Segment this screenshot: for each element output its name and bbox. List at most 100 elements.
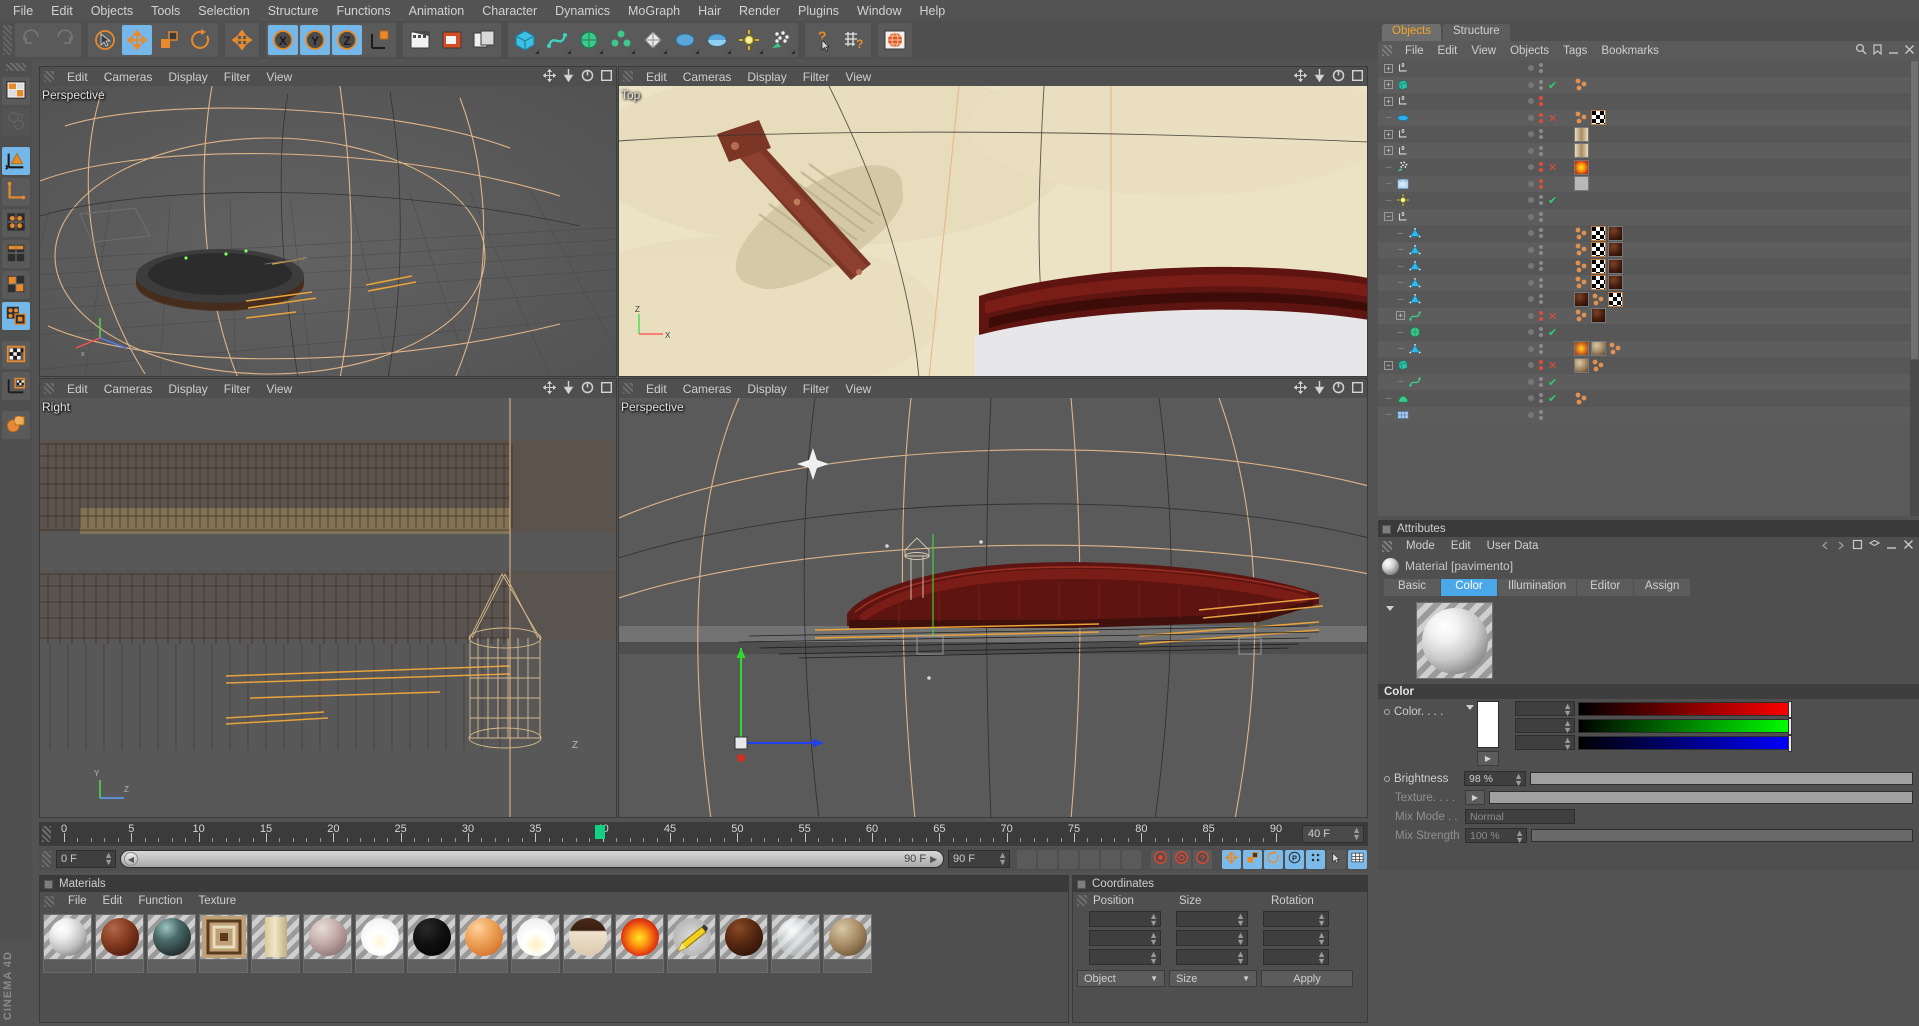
viewport-perspective-bottom-right[interactable]: Edit Cameras Display Filter View [618, 378, 1368, 818]
tag-texture-icon[interactable] [1574, 127, 1589, 142]
size-field-y[interactable]: ▲▼ [1176, 930, 1248, 946]
material-preview-swatch[interactable] [823, 914, 872, 960]
material-preview-swatch[interactable] [355, 914, 404, 960]
editor-visibility-dot-icon[interactable] [1539, 228, 1543, 232]
lock-y-button[interactable]: Y [300, 25, 330, 55]
channel-slider-b[interactable] [1578, 736, 1792, 750]
left-toolbar-grip[interactable] [6, 63, 26, 71]
texture-mode-button[interactable] [2, 341, 30, 369]
render-visibility-dot-icon[interactable] [1539, 399, 1543, 403]
render-visibility-dot-icon[interactable] [1539, 201, 1543, 205]
maximize-icon[interactable] [601, 382, 612, 396]
editor-visibility-dot-icon[interactable] [1539, 393, 1543, 397]
pan-icon[interactable] [543, 69, 556, 85]
object-row[interactable]: − 0 [1378, 209, 1919, 226]
polygon-mode-button[interactable] [2, 271, 30, 299]
editor-visibility-dot-icon[interactable] [1539, 377, 1543, 381]
editor-visibility-dot-icon[interactable] [1539, 129, 1543, 133]
object-row[interactable]: + 0 [1378, 60, 1919, 77]
tag-checker-icon[interactable] [1591, 110, 1606, 125]
array-button[interactable] [606, 25, 636, 55]
live-selection-button[interactable] [90, 25, 120, 55]
material-preview[interactable] [1416, 602, 1493, 679]
dolly-icon[interactable] [1314, 69, 1325, 85]
position-field-z[interactable]: ▲▼ [1089, 949, 1161, 965]
visibility-toggles[interactable] [1539, 294, 1543, 304]
texture-axis-button[interactable] [2, 372, 30, 400]
material-preview-swatch[interactable] [615, 914, 664, 960]
viewport-br-menu-display[interactable]: Display [739, 382, 794, 396]
tag-material-dots-icon[interactable] [1591, 358, 1606, 373]
om-menu-tags[interactable]: Tags [1556, 45, 1594, 57]
menu-mograph[interactable]: MoGraph [619, 2, 689, 20]
object-row[interactable]: − ✕ [1378, 357, 1919, 374]
pan-icon[interactable] [1294, 69, 1307, 85]
om-menu-file[interactable]: File [1398, 45, 1431, 57]
enable-dot-icon[interactable] [1528, 98, 1534, 104]
channel-field-b[interactable]: ▲▼ [1515, 735, 1575, 750]
viewport-tl-menu-cameras[interactable]: Cameras [96, 70, 161, 84]
render-visibility-dot-icon[interactable] [1539, 168, 1543, 172]
close-icon[interactable] [1904, 44, 1915, 58]
editor-visibility-dot-icon[interactable] [1539, 179, 1543, 183]
editor-visibility-dot-icon[interactable] [1539, 245, 1543, 249]
record-active-objects-button[interactable] [1151, 850, 1170, 869]
materials-panel-icon[interactable] [44, 880, 53, 889]
tag-checker-icon[interactable] [1591, 242, 1606, 257]
visibility-check-icon[interactable]: ✔ [1548, 195, 1557, 207]
material-preview-swatch[interactable] [459, 914, 508, 960]
visibility-toggles[interactable] [1539, 80, 1543, 90]
key-point-button[interactable] [1306, 850, 1325, 869]
object-row[interactable]: – [1378, 291, 1919, 308]
render-visibility-dot-icon[interactable] [1539, 300, 1543, 304]
materials-menu-edit[interactable]: Edit [95, 895, 131, 907]
rotation-field-h[interactable]: ▲▼ [1263, 911, 1329, 927]
visibility-toggles[interactable] [1539, 179, 1543, 189]
viewport-top-menu-view[interactable]: View [837, 70, 879, 84]
play-back-button[interactable] [1059, 850, 1078, 869]
enable-dot-icon[interactable] [1528, 263, 1534, 269]
rotation-field-p[interactable]: ▲▼ [1263, 930, 1329, 946]
channel-field-r[interactable]: ▲▼ [1515, 701, 1575, 716]
step-back-button[interactable] [1038, 850, 1057, 869]
materials-menu-function[interactable]: Function [130, 895, 190, 907]
material-preview-swatch[interactable] [95, 914, 144, 960]
object-manager-grip[interactable] [1382, 45, 1392, 56]
expand-icon[interactable]: + [1384, 130, 1393, 139]
timeline-ruler-bar[interactable]: 051015202530354045505560657075808590 40 … [39, 822, 1368, 846]
expand-icon[interactable]: + [1384, 64, 1393, 73]
menu-functions[interactable]: Functions [327, 2, 399, 20]
visibility-toggles[interactable] [1539, 96, 1543, 106]
editor-visibility-dot-icon[interactable] [1539, 162, 1543, 166]
redo-button[interactable] [49, 25, 79, 55]
prev-arrow-icon[interactable] [1820, 539, 1830, 553]
tag-material-dots-icon[interactable] [1574, 77, 1589, 92]
preview-end-field[interactable]: 90 F ▲▼ [948, 850, 1010, 868]
light-button[interactable] [734, 25, 764, 55]
pan-icon[interactable] [543, 381, 556, 397]
channel-slider-g[interactable] [1578, 719, 1792, 733]
menu-dynamics[interactable]: Dynamics [546, 2, 619, 20]
viewport-tl-menu-view[interactable]: View [258, 70, 300, 84]
coordinates-object-dropdown[interactable]: Object ▼ [1077, 970, 1165, 987]
viewport-top-menu-display[interactable]: Display [739, 70, 794, 84]
step-forward-button[interactable] [1101, 850, 1120, 869]
tag-sand-icon[interactable] [1574, 358, 1589, 373]
expand-icon[interactable]: + [1384, 80, 1393, 89]
edge-mode-button[interactable] [2, 240, 30, 268]
materials-menu-texture[interactable]: Texture [190, 895, 244, 907]
tag-material-dots-icon[interactable] [1574, 275, 1589, 290]
material-tab-basic[interactable]: Basic [1384, 579, 1440, 596]
visibility-toggles[interactable] [1539, 261, 1543, 271]
visibility-check-icon[interactable]: ✔ [1548, 327, 1557, 339]
help-cursor-button[interactable]: ? [807, 25, 837, 55]
enable-dot-icon[interactable] [1528, 247, 1534, 253]
model-mode-button[interactable] [2, 147, 30, 175]
cube-button[interactable] [510, 25, 540, 55]
viewport-right-menu-edit[interactable]: Edit [59, 382, 96, 396]
key-dope-button[interactable] [1348, 850, 1367, 869]
viewport-right-menu-cameras[interactable]: Cameras [96, 382, 161, 396]
tag-material-dots-icon[interactable] [1574, 391, 1589, 406]
channel-slider-handle[interactable] [1788, 701, 1792, 718]
attr-menu-mode[interactable]: Mode [1398, 540, 1443, 552]
